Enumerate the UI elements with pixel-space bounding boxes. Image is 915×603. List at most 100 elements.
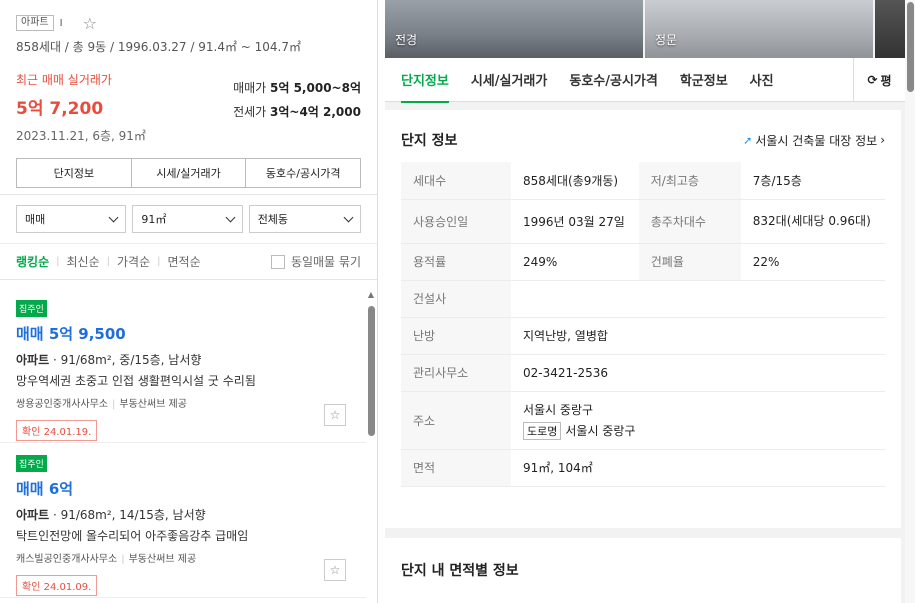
road-address-value: 서울시 중랑구: [565, 423, 636, 438]
refresh-icon: ⟳: [867, 73, 878, 87]
favorite-star-icon[interactable]: ☆: [83, 14, 97, 33]
listing-scrollbar[interactable]: ▲: [367, 290, 375, 603]
photo-gate[interactable]: 정문: [645, 0, 873, 58]
tab-market-price[interactable]: 시세/실거래가: [471, 58, 548, 102]
road-address: 도로명 서울시 중랑구: [523, 421, 873, 440]
listing-price[interactable]: 매매 6억: [16, 478, 350, 499]
listing-spec-detail: · 91/68m², 중/15층, 남서향: [49, 353, 202, 367]
building-coverage-value: 22%: [740, 243, 885, 281]
page-scrollbar[interactable]: [905, 0, 915, 603]
listing-item[interactable]: 집주인 매매 5억 9,500 아파트 · 91/68m², 중/15층, 남서…: [0, 288, 366, 443]
group-label: 동일매물 묶기: [290, 255, 361, 269]
floor-area-ratio-key: 용적률: [401, 243, 511, 281]
lease-range-label: 전세가: [233, 105, 267, 119]
listing-description: 탁트인전망에 올수리되어 아주좋음강추 급매임: [16, 529, 249, 543]
photo-caption: 전경: [395, 33, 418, 47]
listing-type: 아파트: [16, 353, 50, 367]
complex-info-card: 단지 정보 ➚ 서울시 건축물 대장 정보 › 세대수 858세대(총9개동) …: [385, 110, 901, 528]
area-value: 91㎡: [141, 213, 167, 226]
card-header: 단지 내 면적별 정보: [385, 538, 901, 582]
tab-unit-price[interactable]: 동호수/공시가격: [569, 58, 657, 102]
sale-range: 매매가 5억 5,000~8억: [233, 79, 361, 96]
building-select[interactable]: 전체동: [248, 205, 362, 233]
chevron-down-icon: [225, 212, 236, 222]
chevron-down-icon: [108, 212, 119, 222]
sort-ranking[interactable]: 랭킹순: [16, 253, 49, 270]
property-type-badge: 아파트: [16, 15, 54, 31]
agent-separator: |: [112, 399, 116, 410]
listing-description: 망우역세권 초중고 인접 생활편익시설 굿 수리됨: [16, 374, 256, 388]
sort-latest[interactable]: 최신순: [67, 253, 100, 270]
tab-complex-info[interactable]: 단지정보: [401, 58, 449, 103]
listing-price[interactable]: 매매 5억 9,500: [16, 323, 350, 344]
area-select[interactable]: 91㎡: [132, 205, 243, 233]
deal-type-value: 매매: [25, 213, 46, 226]
listing-item[interactable]: 집주인 매매 6억 아파트 · 91/68m², 14/15층, 남서향 탁트인…: [0, 443, 366, 598]
lease-range-value: 3억~4억 2,000: [270, 105, 361, 119]
table-row: 면적 91㎡, 104㎡: [401, 449, 885, 487]
sort-separator: |: [106, 256, 110, 267]
unit-toggle-button[interactable]: ⟳ 평: [853, 58, 905, 102]
deal-type-select[interactable]: 매매: [16, 205, 127, 233]
photo-caption: 정문: [655, 33, 678, 47]
sort-price[interactable]: 가격순: [117, 253, 150, 270]
scrollbar-thumb[interactable]: [907, 2, 914, 92]
scroll-up-arrow-icon[interactable]: ▲: [367, 290, 375, 299]
address-key: 주소: [401, 391, 511, 450]
tab-photos[interactable]: 사진: [750, 58, 774, 102]
listing-agent: 쌍용공인중개사사무소 | 부동산써브 제공: [16, 395, 350, 410]
scrollbar-thumb[interactable]: [368, 306, 375, 436]
price-block: 최근 매매 실거래가 5억 7,200 2023.11.21, 6층, 91㎡ …: [16, 71, 361, 144]
building-register-link[interactable]: ➚ 서울시 건축물 대장 정보 ›: [743, 132, 885, 149]
left-tab-complex-info[interactable]: 단지정보: [17, 159, 132, 187]
table-row: 사용승인일 1996년 03월 27일 총주차대수 832대(세대당 0.96대…: [401, 199, 885, 244]
listing-spec: 아파트 · 91/68m², 중/15층, 남서향: [16, 351, 350, 368]
management-office-value: 02-3421-2536: [511, 354, 885, 392]
bookmark-star-icon[interactable]: ☆: [324, 404, 346, 426]
bookmark-star-icon[interactable]: ☆: [324, 559, 346, 581]
listing-list: 집주인 매매 5억 9,500 아파트 · 91/68m², 중/15층, 남서…: [0, 288, 366, 603]
complex-title-row: 아파트 I ☆: [16, 12, 361, 34]
table-row: 난방 지역난방, 열병합: [401, 317, 885, 355]
group-same-listings[interactable]: 동일매물 묶기: [270, 253, 361, 270]
confirm-date-badge: 확인 24.01.09.: [16, 575, 98, 596]
photo-exterior[interactable]: 전경: [385, 0, 643, 58]
detail-tabs: 단지정보 시세/실거래가 동호수/공시가격 학군정보 사진 ⟳ 평: [385, 58, 905, 103]
area-info-card: 단지 내 면적별 정보: [385, 538, 901, 603]
recent-price-label: 최근 매매 실거래가: [16, 73, 112, 87]
sale-range-label: 매매가: [233, 81, 267, 95]
complex-name: I: [59, 17, 63, 29]
approval-key: 사용승인일: [401, 199, 511, 244]
tab-school[interactable]: 학군정보: [680, 58, 728, 102]
card-header: 단지 정보 ➚ 서울시 건축물 대장 정보 ›: [385, 110, 901, 154]
sale-range-value: 5억 5,000~8억: [270, 81, 361, 95]
table-row: 관리사무소 02-3421-2536: [401, 354, 885, 392]
heating-value: 지역난방, 열병합: [511, 317, 885, 355]
table-row: 주소 서울시 중랑구 도로명 서울시 중랑구: [401, 391, 885, 450]
group-checkbox[interactable]: [270, 254, 285, 269]
address-value: 서울시 중랑구 도로명 서울시 중랑구: [511, 391, 885, 450]
location-pin-icon: ➚: [743, 133, 753, 147]
recent-transaction: 최근 매매 실거래가 5억 7,200 2023.11.21, 6층, 91㎡: [16, 71, 146, 144]
sort-separator: |: [56, 256, 60, 267]
floors-value: 7층/15층: [740, 162, 885, 200]
management-office-key: 관리사무소: [401, 354, 511, 392]
provider-name: 부동산써브 제공: [119, 399, 187, 410]
lot-address: 서울시 중랑구: [523, 402, 594, 417]
heating-key: 난방: [401, 317, 511, 355]
left-tab-market-price[interactable]: 시세/실거래가: [132, 159, 247, 187]
card-title: 단지 내 면적별 정보: [401, 563, 519, 579]
sort-area[interactable]: 면적순: [168, 253, 201, 270]
table-row: 건설사: [401, 280, 885, 318]
left-tab-group: 단지정보 시세/실거래가 동호수/공시가격: [16, 158, 361, 188]
chevron-down-icon: [343, 212, 354, 222]
building-coverage-key: 건폐율: [638, 243, 741, 281]
listing-spec-detail: · 91/68m², 14/15층, 남서향: [49, 508, 206, 522]
area-value: 91㎡, 104㎡: [511, 449, 885, 487]
agent-name: 쌍용공인중개사사무소: [16, 399, 108, 410]
agent-name: 캐스빌공인중개사사무소: [16, 554, 118, 565]
left-tab-unit-price[interactable]: 동호수/공시가격: [246, 159, 360, 187]
households-value: 858세대(총9개동): [511, 162, 639, 200]
floor-area-ratio-value: 249%: [511, 243, 639, 281]
right-panel: 전경 정문 단지정보 시세/실거래가 동호수/공시가격 학군정보 사진 ⟳ 평 …: [385, 0, 915, 603]
